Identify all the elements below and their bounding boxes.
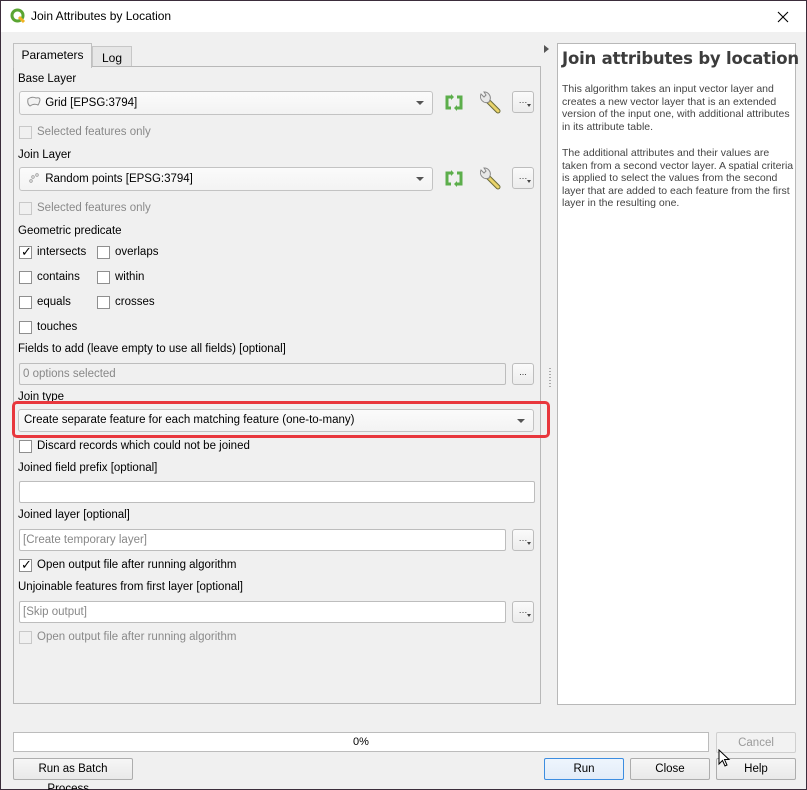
- tab-parameters[interactable]: Parameters: [13, 43, 92, 68]
- fields-to-add-button[interactable]: ...: [512, 363, 534, 385]
- join-layer-options-button[interactable]: …: [512, 167, 534, 189]
- wrench-icon[interactable]: [478, 89, 504, 115]
- predicate-contains-checkbox[interactable]: [19, 271, 32, 284]
- collapse-help-arrow-icon[interactable]: [544, 45, 549, 53]
- progress-bar: 0%: [13, 732, 709, 752]
- geometric-predicate-label: Geometric predicate: [18, 225, 122, 237]
- base-layer-combo[interactable]: Grid [EPSG:3794]: [19, 91, 433, 115]
- iterate-icon[interactable]: [443, 93, 465, 113]
- fields-to-add-label: Fields to add (leave empty to use all fi…: [18, 343, 286, 355]
- predicate-crosses-label: crosses: [115, 296, 155, 308]
- join-layer-value: Random points [EPSG:3794]: [45, 173, 193, 185]
- checkmark-icon: ✓: [21, 557, 32, 572]
- polygon-layer-icon: [27, 96, 41, 107]
- help-paragraph: The additional attributes and their valu…: [562, 147, 794, 209]
- joined-field-prefix-label: Joined field prefix [optional]: [18, 462, 158, 474]
- run-button[interactable]: Run: [544, 758, 624, 780]
- discard-records-checkbox[interactable]: [19, 440, 32, 453]
- discard-records-label: Discard records which could not be joine…: [37, 440, 250, 452]
- predicate-equals-label: equals: [37, 296, 71, 308]
- join-layer-combo[interactable]: Random points [EPSG:3794]: [19, 167, 433, 191]
- chevron-down-icon: [416, 101, 424, 105]
- join-layer-label: Join Layer: [18, 149, 72, 161]
- open-unjoinable-output-label: Open output file after running algorithm: [37, 631, 237, 643]
- open-joined-output-checkbox[interactable]: ✓: [19, 557, 32, 572]
- qgis-logo-icon: [10, 8, 26, 24]
- joined-field-prefix-input[interactable]: [19, 481, 535, 503]
- base-selected-only-checkbox[interactable]: [19, 126, 32, 139]
- base-layer-value: Grid [EPSG:3794]: [45, 97, 138, 109]
- fields-to-add-input[interactable]: 0 options selected: [19, 363, 506, 385]
- predicate-intersects-label: intersects: [37, 246, 87, 258]
- run-as-batch-button[interactable]: Run as Batch Process...: [13, 758, 133, 790]
- predicate-crosses-checkbox[interactable]: [97, 296, 110, 309]
- predicate-contains-label: contains: [37, 271, 80, 283]
- wrench-icon[interactable]: [478, 165, 504, 191]
- predicate-overlaps-label: overlaps: [115, 246, 159, 258]
- join-type-highlight: [12, 401, 550, 438]
- predicate-within-checkbox[interactable]: [97, 271, 110, 284]
- join-selected-only-checkbox[interactable]: [19, 202, 32, 215]
- close-button[interactable]: Close: [630, 758, 710, 780]
- base-layer-options-button[interactable]: …: [512, 91, 534, 113]
- predicate-touches-checkbox[interactable]: [19, 321, 32, 334]
- base-layer-label: Base Layer: [18, 73, 77, 85]
- predicate-equals-checkbox[interactable]: [19, 296, 32, 309]
- unjoinable-input[interactable]: [Skip output]: [19, 601, 506, 623]
- predicate-touches-label: touches: [37, 321, 78, 333]
- join-selected-only-label: Selected features only: [37, 202, 151, 214]
- predicate-intersects-checkbox[interactable]: ✓: [19, 244, 32, 259]
- progress-text: 0%: [353, 736, 369, 748]
- window-title: Join Attributes by Location: [31, 9, 172, 23]
- open-joined-output-label: Open output file after running algorithm: [37, 559, 237, 571]
- mouse-cursor-icon: [718, 749, 731, 767]
- joined-layer-label: Joined layer [optional]: [18, 509, 130, 521]
- dialog-window: Join Attributes by Location Parameters L…: [0, 0, 807, 790]
- title-bar: Join Attributes by Location: [1, 1, 806, 32]
- close-window-button[interactable]: [760, 1, 806, 32]
- chevron-down-icon: [416, 177, 424, 181]
- checkmark-icon: ✓: [21, 244, 32, 259]
- unjoinable-options-button[interactable]: …: [512, 601, 534, 623]
- unjoinable-label: Unjoinable features from first layer [op…: [18, 581, 243, 593]
- joined-layer-options-button[interactable]: …: [512, 529, 534, 551]
- close-icon: [777, 11, 789, 22]
- predicate-within-label: within: [115, 271, 145, 283]
- help-panel: Join attributes by location This algorit…: [557, 43, 799, 705]
- base-selected-only-label: Selected features only: [37, 126, 151, 138]
- open-unjoinable-output-checkbox[interactable]: [19, 631, 32, 644]
- help-title: Join attributes by location: [562, 49, 799, 68]
- help-paragraph: This algorithm takes an input vector lay…: [562, 83, 790, 133]
- iterate-icon[interactable]: [443, 169, 465, 189]
- splitter-handle[interactable]: [549, 368, 551, 388]
- joined-layer-input[interactable]: [Create temporary layer]: [19, 529, 506, 551]
- point-layer-icon: [29, 173, 39, 183]
- predicate-overlaps-checkbox[interactable]: [97, 246, 110, 259]
